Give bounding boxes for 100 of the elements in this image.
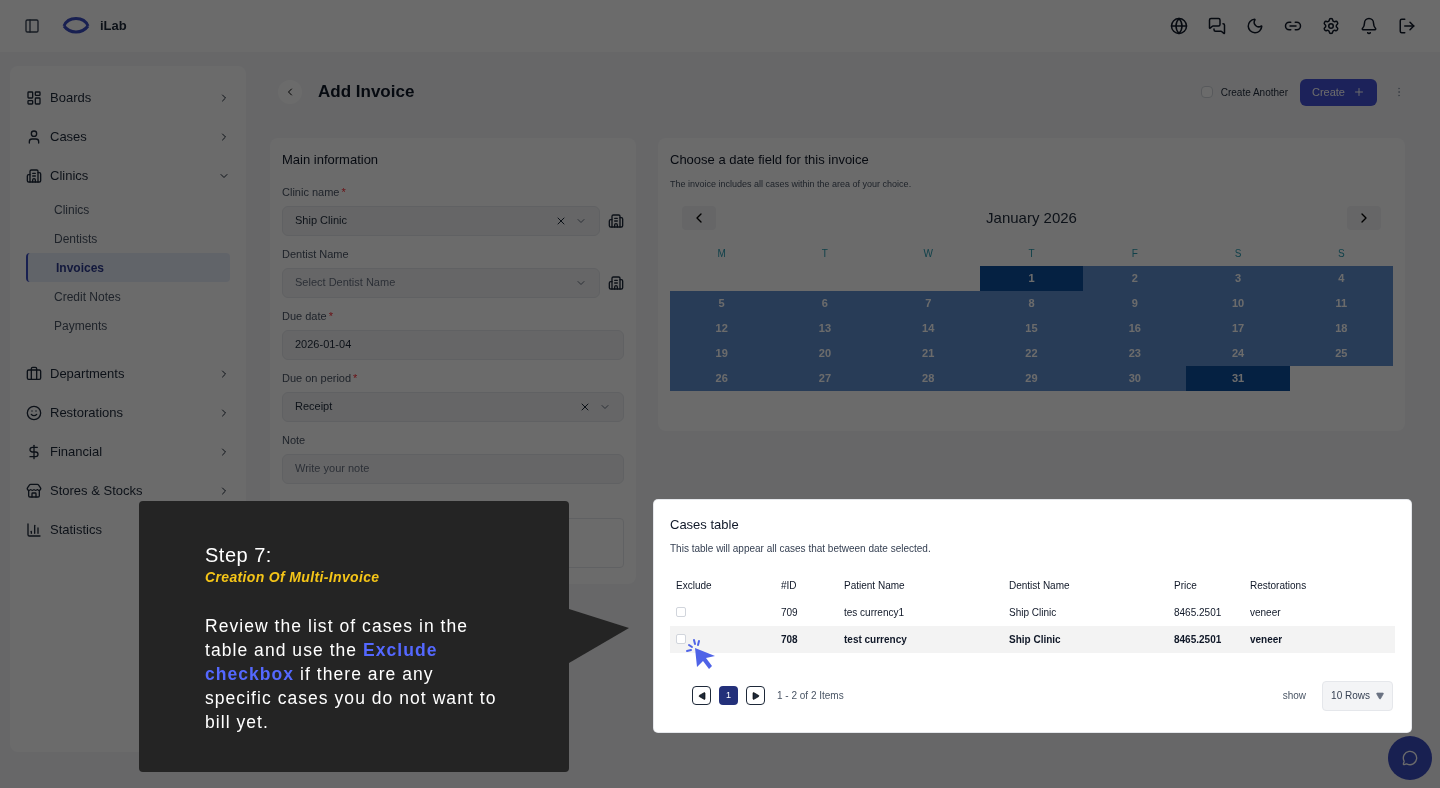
sidebar-toggle-icon[interactable]	[24, 18, 40, 34]
globe-icon[interactable]	[1170, 17, 1188, 35]
exclude-checkbox[interactable]	[676, 634, 686, 644]
card-title: Choose a date field for this invoice	[670, 151, 870, 169]
table-cell-text: 8465.2501	[1173, 605, 1223, 620]
dollar-icon	[26, 443, 42, 460]
settings-icon[interactable]	[1322, 17, 1340, 35]
column-header: Exclude	[675, 578, 713, 593]
calendar-day[interactable]: 15	[979, 316, 1084, 341]
calendar-day[interactable]: 3	[1186, 266, 1290, 291]
select-field[interactable]: Ship Clinic	[282, 205, 600, 236]
calendar-day[interactable]: 22	[979, 341, 1084, 366]
plus-icon	[1353, 86, 1365, 98]
calendar-day[interactable]: 26	[670, 366, 774, 391]
card-title: Main information	[282, 151, 380, 169]
chat-button[interactable]	[1388, 736, 1432, 780]
calendar-day[interactable]: 23	[1083, 341, 1187, 366]
calendar-day[interactable]: 16	[1083, 316, 1187, 341]
weekday-label: S	[1337, 247, 1346, 261]
building-icon[interactable]	[608, 274, 624, 291]
store-icon	[26, 482, 42, 499]
calendar-day[interactable]: 1	[979, 266, 1084, 291]
page-range-text: 1 - 2 of 2 Items	[777, 689, 844, 703]
calendar-day[interactable]: 2	[1083, 266, 1187, 291]
required-mark: *	[328, 309, 333, 325]
calendar-day[interactable]: 7	[876, 291, 980, 316]
create-button[interactable]: Create	[1299, 78, 1377, 106]
sidebar-subitem[interactable]: Credit Notes	[26, 282, 230, 311]
month-label: January 2026	[986, 207, 1077, 228]
sidebar-subitem[interactable]: Payments	[26, 311, 230, 340]
building-icon[interactable]	[608, 212, 624, 229]
calendar-day[interactable]: 13	[773, 316, 877, 341]
sidebar-item[interactable]: Clinics	[26, 156, 230, 195]
moon-icon[interactable]	[1246, 17, 1264, 35]
step-subtitle: Creation Of Multi-Invoice	[205, 568, 381, 587]
briefcase-icon	[26, 365, 42, 382]
create-another-label: Create Another	[1220, 85, 1288, 100]
sidebar-item[interactable]: Boards	[26, 78, 230, 117]
column-header: Price	[1173, 578, 1198, 593]
calendar-day[interactable]: 6	[773, 291, 877, 316]
calendar-day[interactable]: 29	[979, 366, 1084, 391]
calendar-day[interactable]: 18	[1289, 316, 1393, 341]
sidebar-subitem[interactable]: Dentists	[26, 224, 230, 253]
field-label: Note	[282, 433, 306, 449]
calendar-day[interactable]: 10	[1186, 291, 1290, 316]
sidebar-item[interactable]: Financial	[26, 432, 230, 471]
calendar-day[interactable]: 19	[670, 341, 774, 366]
previous-month-button[interactable]	[682, 206, 716, 230]
sidebar-item[interactable]: Stores & Stocks	[26, 471, 230, 510]
dashboard-icon	[26, 89, 42, 106]
calendar-day[interactable]: 14	[876, 316, 980, 341]
required-mark: *	[353, 371, 358, 387]
calendar-day[interactable]: 12	[670, 316, 774, 341]
next-page-button[interactable]	[746, 686, 765, 705]
logo-text: iLab	[100, 17, 127, 36]
calendar-day[interactable]: 30	[1083, 366, 1187, 391]
sidebar-subitem[interactable]: Invoices	[26, 253, 230, 282]
calendar-day[interactable]: 28	[876, 366, 980, 391]
sidebar-item[interactable]: Restorations	[26, 393, 230, 432]
sidebar-item[interactable]: Departments	[26, 354, 230, 393]
calendar-day[interactable]: 4	[1289, 266, 1393, 291]
field-label: Due on period	[282, 371, 352, 387]
rows-per-page-select[interactable]: 10 Rows	[1322, 680, 1393, 711]
bell-icon[interactable]	[1360, 17, 1378, 35]
calendar-day[interactable]: 24	[1186, 341, 1290, 366]
field-label: Due date	[282, 309, 327, 325]
calendar-day[interactable]: 5	[670, 291, 774, 316]
sidebar-item[interactable]: Cases	[26, 117, 230, 156]
field-label: Clinic name	[282, 185, 340, 201]
table-cell-text: 709	[780, 605, 799, 620]
building-icon	[26, 167, 42, 184]
exclude-checkbox[interactable]	[676, 607, 686, 617]
column-header: Restorations	[1249, 578, 1308, 593]
table-cell: 8465.2501	[1168, 625, 1244, 653]
calendar-day[interactable]: 17	[1186, 316, 1290, 341]
field-label: Dentist Name	[282, 247, 349, 263]
calendar-day[interactable]: 21	[876, 341, 980, 366]
show-label: show	[1282, 689, 1307, 703]
calendar-day[interactable]: 20	[773, 341, 877, 366]
page-button[interactable]: 1	[719, 686, 738, 705]
calendar-day[interactable]: 11	[1289, 291, 1393, 316]
calendar-day[interactable]: 27	[773, 366, 877, 391]
next-month-button[interactable]	[1347, 206, 1381, 230]
select-field[interactable]: Receipt	[282, 391, 624, 422]
calendar-day[interactable]: 8	[979, 291, 1084, 316]
table-cell-text: Ship Clinic	[1008, 605, 1058, 620]
input-field[interactable]: Write your note	[282, 453, 624, 484]
logout-icon[interactable]	[1398, 17, 1416, 35]
sidebar-subitem[interactable]: Clinics	[26, 195, 230, 224]
input-field[interactable]: 2026-01-04	[282, 329, 624, 360]
previous-page-button[interactable]	[692, 686, 711, 705]
weekday-label: M	[716, 247, 727, 261]
calendar-day[interactable]: 9	[1083, 291, 1187, 316]
calendar-day[interactable]: 31	[1186, 366, 1290, 391]
table-cell: Ship Clinic	[1003, 625, 1168, 653]
calendar-day[interactable]: 25	[1289, 341, 1393, 366]
chat-icon[interactable]	[1208, 17, 1226, 35]
weekday-label: F	[1130, 247, 1139, 261]
select-field[interactable]: Select Dentist Name	[282, 267, 600, 298]
table-cell-text: veneer	[1249, 605, 1282, 620]
